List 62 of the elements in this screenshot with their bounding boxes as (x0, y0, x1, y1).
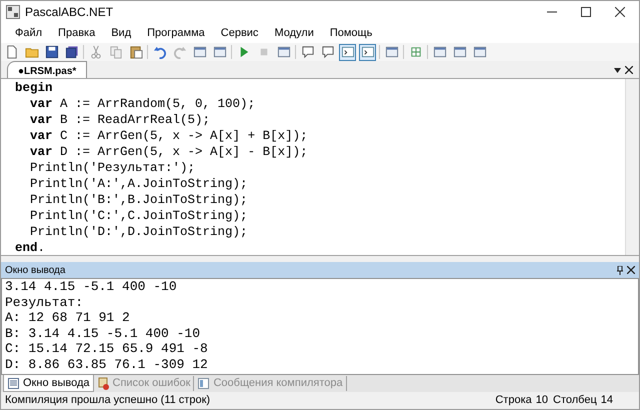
code-line: var D := ArrGen(5, x -> A[x] - B[x]); (29, 144, 309, 160)
window-icon (384, 45, 398, 59)
console-icon (340, 45, 354, 59)
console-icon (360, 45, 374, 59)
file-tab[interactable]: ●LRSM.pas* (7, 61, 88, 78)
close-icon[interactable] (625, 66, 633, 74)
window-icon (472, 45, 486, 59)
column-value: 14 (600, 393, 613, 408)
code-line: var C := ArrGen(5, x -> A[x] + B[x]); (29, 128, 309, 144)
panel-title: Окно вывода (5, 264, 66, 278)
code-line: Println('A:',A.JoinToString); (29, 176, 249, 192)
code-line: var B := ReadArrReal(5); (29, 112, 212, 128)
window-icon (452, 45, 466, 59)
grid-icon (408, 45, 422, 59)
code-line: var A := ArrRandom(5, 0, 100); (29, 96, 256, 112)
console-tool-button[interactable] (359, 44, 376, 60)
output-line: Результат: (5, 294, 84, 310)
output-line: B: 3.14 4.15 -5.1 400 -10 (5, 326, 202, 341)
menu-item[interactable]: Файл (7, 24, 50, 42)
row-value: 10 (536, 393, 548, 408)
window-icon (432, 45, 446, 59)
floppy-disks-tool-button[interactable] (63, 44, 80, 60)
row-label: Строка (495, 393, 532, 408)
menu-item[interactable]: Программа (139, 24, 213, 42)
menu-item[interactable]: Помощь (322, 24, 380, 42)
menu-item[interactable]: Правка (50, 24, 104, 42)
redo-icon (172, 45, 186, 59)
code-line: end. (15, 240, 46, 256)
error-list-icon (96, 377, 110, 390)
output-line: D: 8.86 63.85 76.1 -309 12 (5, 356, 209, 372)
menu-item[interactable]: Сервис (212, 24, 266, 42)
panel-tab[interactable]: Окно вывода (3, 375, 94, 392)
code-line: Println('D:',D.JoinToString); (29, 224, 249, 240)
window-icon (276, 45, 290, 59)
scissors-icon (88, 45, 102, 59)
output-line: A: 12 68 71 91 2 (5, 310, 131, 326)
menu-item[interactable]: Модули (266, 24, 322, 42)
status-message: Компиляция прошла успешно (11 строк) (5, 393, 210, 408)
code-line: Println('Результат:'); (29, 160, 196, 176)
window-title: PascalABC.NET (25, 4, 114, 21)
code-line: begin (15, 80, 54, 96)
floppy-disks-icon (64, 45, 78, 59)
code-line: Println('C:',C.JoinToString); (29, 208, 249, 224)
output-line: C: 15.14 72.15 65.9 491 -8 (5, 341, 209, 356)
floppy-disk-tool-button[interactable] (43, 44, 60, 60)
pin-icon[interactable] (617, 266, 623, 274)
app-icon (6, 5, 20, 19)
column-label: Столбец (553, 393, 597, 408)
undo-icon (152, 45, 166, 59)
close-icon[interactable] (627, 266, 635, 274)
maximize-icon[interactable] (581, 7, 591, 17)
document-icon (197, 377, 210, 390)
close-icon[interactable] (615, 7, 625, 17)
window-icon (7, 376, 20, 390)
output-line: 3.14 4.15 -5.1 400 -10 (5, 279, 178, 294)
dropdown-icon[interactable] (614, 68, 621, 73)
window-icon (212, 45, 226, 59)
console-tool-button[interactable] (339, 44, 356, 60)
scroll-bar[interactable] (625, 79, 639, 255)
window-icon (192, 45, 206, 59)
code-line: Println('B:',B.JoinToString); (29, 192, 249, 208)
menu-item[interactable]: Вид (103, 24, 140, 42)
